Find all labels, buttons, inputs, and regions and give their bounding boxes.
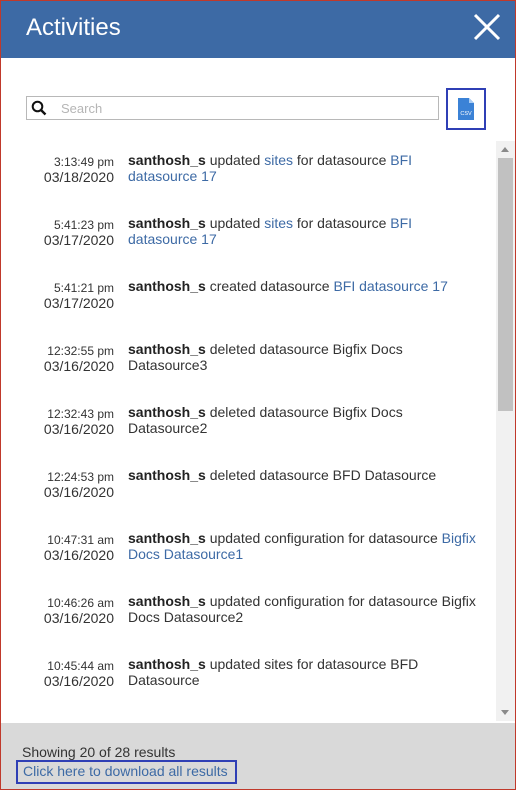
activity-description: santhosh_s created datasource BFI dataso…: [128, 278, 483, 294]
activity-text: for datasource: [293, 152, 391, 168]
activity-date: 03/17/2020: [43, 232, 114, 248]
csv-label: CSV: [460, 111, 472, 117]
activity-user: santhosh_s: [128, 341, 206, 357]
activity-time: 5:41:23 pm: [53, 218, 114, 232]
activity-date: 03/17/2020: [43, 295, 114, 311]
scrollbar-thumb[interactable]: [498, 158, 513, 411]
activity-date: 03/16/2020: [43, 484, 114, 500]
scroll-down-icon[interactable]: [501, 710, 509, 715]
activity-user: santhosh_s: [128, 215, 206, 231]
activity-time: 10:47:31 am: [47, 533, 114, 547]
toolbar: CSV: [1, 58, 515, 138]
activity-user: santhosh_s: [128, 530, 206, 546]
activity-link[interactable]: BFI datasource 17: [333, 278, 447, 294]
download-all-label[interactable]: Click here to download all results: [23, 763, 228, 779]
activity-time: 10:45:44 am: [47, 659, 114, 673]
activity-time: 12:24:53 pm: [47, 470, 114, 484]
activity-row: 12:32:55 pm 03/16/2020 santhosh_s deleted …: [1, 330, 496, 393]
close-icon[interactable]: [471, 11, 503, 43]
activity-user: santhosh_s: [128, 593, 206, 609]
search-box: [26, 96, 439, 120]
activity-text: deleted datasource BFD Datasource: [205, 467, 437, 483]
activity-row: 10:46:26 am 03/16/2020 santhosh_s updated …: [1, 582, 496, 645]
activity-user: santhosh_s: [128, 467, 206, 483]
activity-row: 10:45:40 am03/16/2020santhosh_s created …: [1, 708, 496, 721]
activity-description: santhosh_s updated sites for datasource …: [128, 656, 483, 688]
activity-description: santhosh_s deleted datasource Bigfix Doc…: [128, 341, 483, 373]
activity-user: santhosh_s: [128, 404, 206, 420]
activity-date: 03/16/2020: [43, 610, 114, 626]
activity-user: santhosh_s: [128, 656, 206, 672]
activity-date: 03/16/2020: [43, 421, 114, 437]
search-input[interactable]: [61, 99, 431, 117]
activity-time: 12:32:43 pm: [47, 407, 114, 421]
activity-text: updated: [205, 215, 265, 231]
activity-row: 10:47:31 am 03/16/2020 santhosh_s updated …: [1, 519, 496, 582]
activity-time: 5:41:21 pm: [53, 281, 114, 295]
activity-row: 12:32:43 pm 03/16/2020 santhosh_s deleted …: [1, 393, 496, 456]
activity-text: updated configuration for datasource: [205, 530, 442, 546]
activity-link[interactable]: sites: [264, 152, 293, 168]
export-csv-button[interactable]: CSV: [446, 88, 486, 130]
activity-user: santhosh_s: [128, 152, 206, 168]
activity-time: 12:32:55 pm: [47, 344, 114, 358]
activity-time: 3:13:49 pm: [53, 155, 114, 169]
activity-description: santhosh_s deleted datasource BFD Dataso…: [128, 467, 483, 483]
activity-link[interactable]: sites: [264, 215, 293, 231]
activity-row: 12:24:53 pm 03/16/2020 santhosh_s deleted …: [1, 456, 496, 519]
activity-description: santhosh_s created datasource BFD Dataso…: [128, 719, 483, 721]
activity-text: created datasource BFD Datasource: [206, 719, 437, 721]
activity-description: santhosh_s updated configuration for dat…: [128, 530, 483, 562]
activity-date: 03/16/2020: [43, 547, 114, 563]
download-all-link[interactable]: Click here to download all results: [16, 760, 237, 784]
csv-file-icon: CSV: [458, 98, 474, 120]
activity-user: santhosh_s: [128, 278, 206, 294]
activity-description: santhosh_s updated sites for datasource …: [128, 152, 483, 184]
dialog-title: Activities: [26, 14, 121, 41]
dialog-footer: Showing 20 of 28 results Click here to d…: [1, 723, 515, 789]
activity-row: 5:41:21 pm 03/17/2020 santhosh_s created d…: [1, 267, 496, 330]
activity-date: 03/18/2020: [43, 169, 114, 185]
activity-user: santhosh_s: [128, 719, 206, 721]
activity-description: santhosh_s updated configuration for dat…: [128, 593, 483, 625]
activity-text: for datasource: [293, 215, 391, 231]
activity-date: 03/16/2020: [43, 358, 114, 374]
activity-row: 5:41:23 pm 03/17/2020 santhosh_s updated s…: [1, 204, 496, 267]
activity-row: 10:45:44 am 03/16/2020 santhosh_s updated …: [1, 645, 496, 708]
activity-text: created datasource: [205, 278, 334, 294]
activity-time: 10:46:26 am: [47, 596, 114, 610]
results-count: Showing 20 of 28 results: [22, 744, 176, 760]
activities-dialog: Activities CSV 3:13:49 pm03/18/2020 santh…: [0, 0, 516, 790]
activity-text: updated: [205, 152, 265, 168]
activity-row: 3:13:49 pm 03/18/2020 santhosh_s updated s…: [1, 141, 496, 204]
dialog-header: Activities: [1, 1, 515, 58]
activity-date: 03/16/2020: [43, 673, 114, 689]
search-icon: [31, 100, 47, 116]
activity-description: santhosh_s updated sites for datasource …: [128, 215, 483, 247]
activity-description: santhosh_s deleted datasource Bigfix Doc…: [128, 404, 483, 436]
activity-list: 3:13:49 pm 03/18/2020 santhosh_s updated s…: [1, 141, 496, 721]
scroll-up-icon[interactable]: [501, 147, 509, 152]
scrollbar[interactable]: [496, 141, 515, 721]
